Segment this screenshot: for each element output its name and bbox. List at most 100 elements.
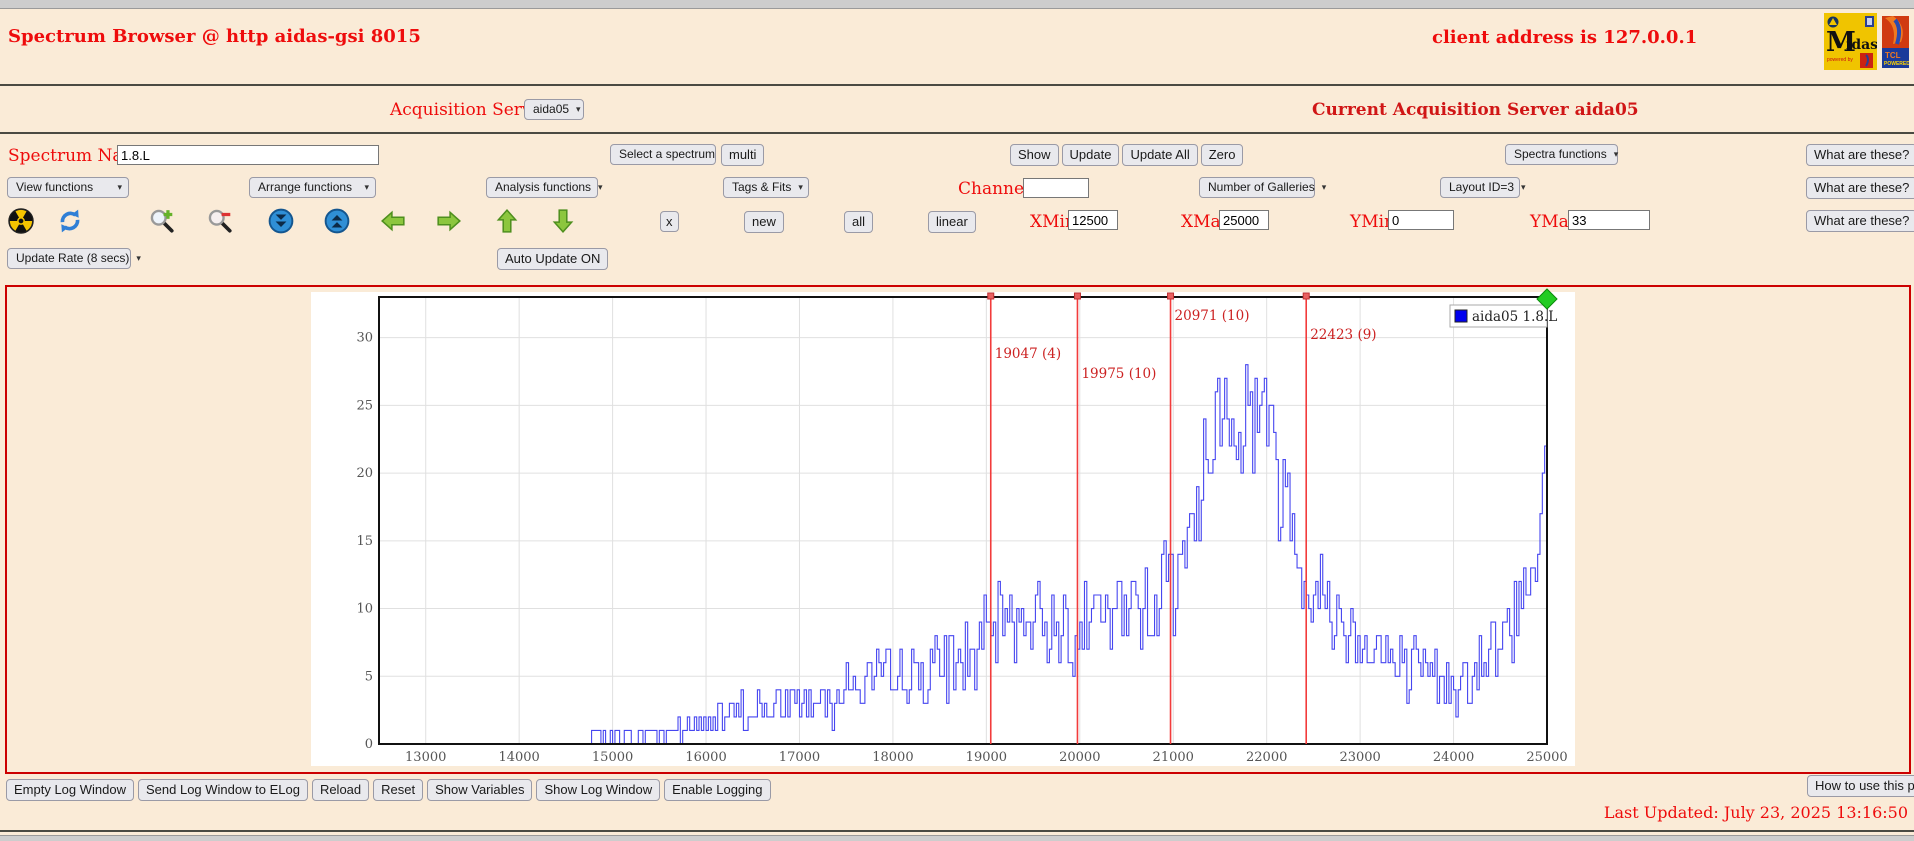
select-spectrum-value: Select a spectrum: [619, 147, 715, 161]
auto-update-button[interactable]: Auto Update ON: [497, 248, 608, 270]
arrange-functions-dropdown[interactable]: Arrange functions ▾: [249, 177, 376, 198]
select-spectrum-dropdown[interactable]: Select a spectrum ▾: [610, 144, 716, 165]
send-log-to-elog-button[interactable]: Send Log Window to ELog: [138, 779, 308, 801]
x-tick-label: 25000: [1526, 750, 1567, 765]
chevron-down-icon: ▾: [117, 182, 122, 193]
y-tick-label: 30: [356, 331, 373, 346]
x-tick-label: 16000: [685, 750, 726, 765]
channel-marker-handle: [1168, 293, 1174, 299]
all-button[interactable]: all: [844, 211, 873, 233]
xmax-input[interactable]: [1219, 210, 1269, 230]
new-button[interactable]: new: [744, 211, 784, 233]
arrow-right-icon[interactable]: [436, 208, 462, 234]
y-tick-label: 0: [365, 737, 373, 752]
legend-swatch: [1455, 310, 1467, 322]
svg-text:powered by: powered by: [1827, 57, 1853, 63]
radiation-icon[interactable]: [8, 208, 34, 234]
x-tick-label: 20000: [1059, 750, 1100, 765]
tags-fits-dropdown[interactable]: Tags & Fits ▾: [723, 177, 809, 198]
spectra-functions-value: Spectra functions: [1514, 147, 1607, 161]
x-tick-label: 14000: [498, 750, 539, 765]
update-button[interactable]: Update: [1062, 144, 1120, 166]
layout-id-dropdown[interactable]: Layout ID=3 ▾: [1440, 177, 1520, 198]
update-rate-dropdown[interactable]: Update Rate (8 secs) ▾: [7, 248, 131, 269]
client-address: client address is 127.0.0.1: [1432, 27, 1697, 48]
what-are-these-button-3[interactable]: What are these?: [1806, 210, 1914, 232]
enable-logging-button[interactable]: Enable Logging: [664, 779, 770, 801]
what-are-these-button-2[interactable]: What are these?: [1806, 177, 1914, 199]
channel-marker-label: 19047 (4): [995, 346, 1061, 362]
analysis-functions-dropdown[interactable]: Analysis functions ▾: [486, 177, 598, 198]
zoom-in-icon[interactable]: [149, 208, 175, 234]
show-log-window-button[interactable]: Show Log Window: [536, 779, 660, 801]
update-rate-value: Update Rate (8 secs): [16, 251, 129, 265]
chevron-down-icon: ▾: [798, 182, 803, 193]
spectrum-chart[interactable]: 1300014000150001600017000180001900020000…: [311, 292, 1575, 766]
show-variables-button[interactable]: Show Variables: [427, 779, 532, 801]
channel-marker-handle: [1303, 293, 1309, 299]
x-tick-label: 17000: [779, 750, 820, 765]
arrow-left-icon[interactable]: [380, 208, 406, 234]
chevron-down-icon: ▾: [136, 253, 141, 264]
log-controls: Empty Log Window Send Log Window to ELog…: [6, 779, 771, 801]
channel-marker-label: 19975 (10): [1081, 366, 1156, 382]
acquisition-server-select[interactable]: aida05 ▾: [524, 99, 584, 120]
view-functions-dropdown[interactable]: View functions ▾: [7, 177, 129, 198]
x-tick-label: 22000: [1246, 750, 1287, 765]
xmin-input[interactable]: [1068, 210, 1118, 230]
y-tick-label: 20: [356, 466, 373, 481]
reset-button[interactable]: Reset: [373, 779, 423, 801]
what-are-these-button-1[interactable]: What are these?: [1806, 144, 1914, 166]
spectrum-browser-page: Spectrum Browser @ http aidas-gsi 8015 c…: [0, 0, 1914, 841]
x-tick-label: 13000: [405, 750, 446, 765]
channel-marker-label: 20971 (10): [1175, 308, 1250, 324]
chevron-down-icon: ▾: [1521, 182, 1526, 193]
empty-log-window-button[interactable]: Empty Log Window: [6, 779, 134, 801]
channel-marker-label: 22423 (9): [1310, 327, 1376, 343]
show-button[interactable]: Show: [1010, 144, 1059, 166]
x-tick-label: 18000: [872, 750, 913, 765]
channel-input[interactable]: [1023, 178, 1089, 198]
page-title: Spectrum Browser @ http aidas-gsi 8015: [8, 26, 421, 47]
channel-marker-handle: [1074, 293, 1080, 299]
svg-text:POWERED: POWERED: [1884, 61, 1909, 67]
arrow-up-icon[interactable]: [494, 208, 520, 234]
chevron-down-icon: ▾: [576, 104, 581, 115]
svg-text:idas: idas: [1846, 37, 1877, 53]
x-tick-label: 15000: [592, 750, 633, 765]
midas-logo[interactable]: M idas powered by: [1824, 13, 1877, 70]
channel-marker-handle: [988, 293, 994, 299]
svg-text:TCL: TCL: [1885, 51, 1901, 60]
y-tick-label: 10: [356, 602, 373, 617]
x-tick-label: 24000: [1433, 750, 1474, 765]
spectrum-actions: Show Update Update All Zero: [1010, 144, 1243, 166]
spectra-functions-dropdown[interactable]: Spectra functions ▾: [1505, 144, 1618, 165]
galleries-dropdown[interactable]: Number of Galleries ▾: [1199, 177, 1315, 198]
zoom-out-icon[interactable]: [207, 208, 233, 234]
x-tick-label: 23000: [1339, 750, 1380, 765]
x-button[interactable]: x: [660, 211, 679, 232]
analysis-functions-value: Analysis functions: [495, 180, 591, 194]
collapse-vertical-icon[interactable]: [268, 208, 294, 234]
spectrum-name-input[interactable]: [117, 145, 379, 165]
chevron-down-icon: ▾: [1322, 182, 1327, 193]
divider: [0, 132, 1914, 134]
galleries-value: Number of Galleries: [1208, 180, 1315, 194]
refresh-icon[interactable]: [57, 208, 83, 234]
ymin-input[interactable]: [1388, 210, 1454, 230]
y-tick-label: 25: [356, 398, 373, 413]
tcl-powered-logo[interactable]: TCL POWERED: [1882, 16, 1909, 68]
spectrum-display-panel: 1300014000150001600017000180001900020000…: [5, 285, 1911, 774]
zero-button[interactable]: Zero: [1201, 144, 1244, 166]
update-all-button[interactable]: Update All: [1122, 144, 1197, 166]
ymax-input[interactable]: [1568, 210, 1650, 230]
view-functions-value: View functions: [16, 180, 93, 194]
how-to-use-button[interactable]: How to use this page: [1807, 775, 1914, 797]
bottom-frame-strip: [0, 835, 1914, 841]
tags-fits-value: Tags & Fits: [732, 180, 791, 194]
reload-button[interactable]: Reload: [312, 779, 369, 801]
multi-button[interactable]: multi: [721, 144, 764, 166]
arrow-down-icon[interactable]: [550, 208, 576, 234]
expand-vertical-icon[interactable]: [324, 208, 350, 234]
linear-button[interactable]: linear: [928, 211, 976, 233]
